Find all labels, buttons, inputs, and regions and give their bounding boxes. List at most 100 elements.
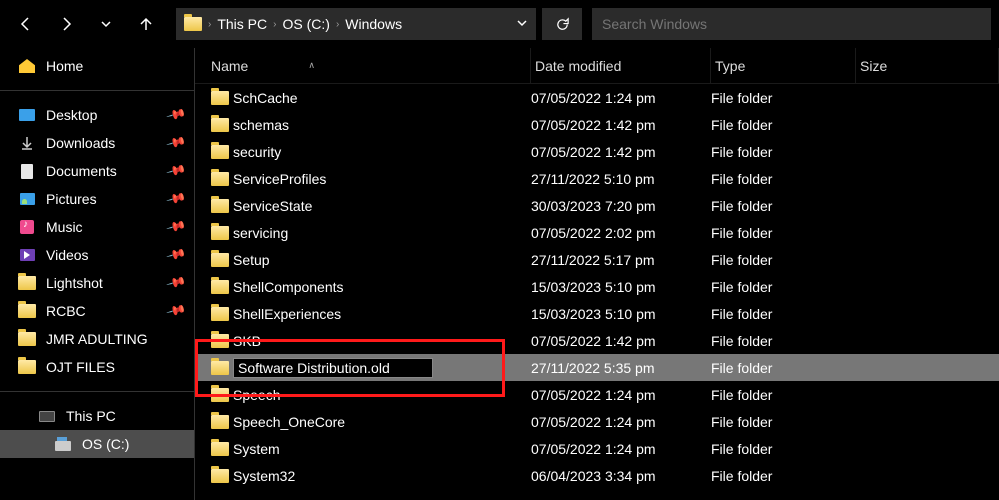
sidebar-item-label: RCBC xyxy=(46,303,86,319)
folder-icon xyxy=(211,280,229,294)
column-header-name[interactable]: Name ∧ xyxy=(207,48,531,83)
file-type: File folder xyxy=(711,252,856,268)
folder-icon xyxy=(211,145,229,159)
file-date: 07/05/2022 2:02 pm xyxy=(531,225,711,241)
table-row[interactable]: ServiceProfiles27/11/2022 5:10 pmFile fo… xyxy=(195,165,999,192)
sidebar-item-documents[interactable]: Documents📌 xyxy=(0,157,194,185)
file-type: File folder xyxy=(711,441,856,457)
recent-button[interactable] xyxy=(88,6,124,42)
sidebar-item-label: Pictures xyxy=(46,191,97,207)
file-type: File folder xyxy=(711,333,856,349)
folder-icon xyxy=(18,303,36,319)
up-button[interactable] xyxy=(128,6,164,42)
file-type: File folder xyxy=(711,306,856,322)
pin-icon: 📌 xyxy=(165,244,187,266)
column-header-date[interactable]: Date modified xyxy=(531,48,711,83)
folder-icon xyxy=(211,388,229,402)
file-date: 07/05/2022 1:42 pm xyxy=(531,117,711,133)
desktop-icon xyxy=(18,107,36,123)
file-type: File folder xyxy=(711,387,856,403)
folder-icon xyxy=(211,334,229,348)
chevron-down-icon[interactable] xyxy=(516,16,528,32)
file-date: 15/03/2023 5:10 pm xyxy=(531,306,711,322)
file-type: File folder xyxy=(711,144,856,160)
file-date: 27/11/2022 5:10 pm xyxy=(531,171,711,187)
rename-input[interactable] xyxy=(233,358,433,378)
doc-icon xyxy=(18,163,36,179)
sidebar-item-ojt-files[interactable]: OJT FILES xyxy=(0,353,194,381)
pin-icon: 📌 xyxy=(165,188,187,210)
sidebar-item-rcbc[interactable]: RCBC📌 xyxy=(0,297,194,325)
sidebar-item-jmr-adulting[interactable]: JMR ADULTING xyxy=(0,325,194,353)
back-button[interactable] xyxy=(8,6,44,42)
table-row[interactable]: servicing 07/05/2022 2:02 pmFile folder xyxy=(195,219,999,246)
search-box[interactable] xyxy=(592,8,991,40)
file-rows[interactable]: SchCache07/05/2022 1:24 pmFile folder sch… xyxy=(195,84,999,500)
breadcrumb[interactable]: Windows xyxy=(345,16,402,32)
address-bar[interactable]: › This PC › OS (C:) › Windows xyxy=(176,8,536,40)
file-date: 27/11/2022 5:17 pm xyxy=(531,252,711,268)
file-date: 15/03/2023 5:10 pm xyxy=(531,279,711,295)
sidebar-item-music[interactable]: Music📌 xyxy=(0,213,194,241)
table-row[interactable]: Setup 27/11/2022 5:17 pmFile folder xyxy=(195,246,999,273)
pin-icon: 📌 xyxy=(165,132,187,154)
table-row[interactable]: security07/05/2022 1:42 pmFile folder xyxy=(195,138,999,165)
file-name: ServiceState xyxy=(233,198,312,214)
sidebar-item-videos[interactable]: Videos 📌 xyxy=(0,241,194,269)
sort-indicator-icon: ∧ xyxy=(308,60,315,71)
sidebar-item-label: Music xyxy=(46,219,83,235)
file-name: Setup xyxy=(233,252,270,268)
file-name: SKB xyxy=(233,333,261,349)
sidebar-item-drive-c[interactable]: OS (C:) xyxy=(0,430,194,458)
file-name: Speech_OneCore xyxy=(233,414,345,430)
music-icon xyxy=(18,219,36,235)
file-date: 06/04/2023 3:34 pm xyxy=(531,468,711,484)
search-input[interactable] xyxy=(602,16,981,32)
file-type: File folder xyxy=(711,360,856,376)
table-row[interactable]: schemas07/05/2022 1:42 pmFile folder xyxy=(195,111,999,138)
refresh-button[interactable] xyxy=(542,8,582,40)
table-row[interactable]: SKB07/05/2022 1:42 pmFile folder xyxy=(195,327,999,354)
sidebar-item-label: Desktop xyxy=(46,107,97,123)
sidebar-item-label: OS (C:) xyxy=(82,436,129,452)
file-name: schemas xyxy=(233,117,289,133)
sidebar-item-lightshot[interactable]: Lightshot📌 xyxy=(0,269,194,297)
folder-icon xyxy=(211,199,229,213)
table-row[interactable]: Speech_OneCore07/05/2022 1:24 pmFile fol… xyxy=(195,408,999,435)
file-name: security xyxy=(233,144,281,160)
file-name: servicing xyxy=(233,225,288,241)
sidebar-item-desktop[interactable]: Desktop📌 xyxy=(0,101,194,129)
sidebar-item-downloads[interactable]: Downloads📌 xyxy=(0,129,194,157)
forward-button[interactable] xyxy=(48,6,84,42)
sidebar-item-label: Videos xyxy=(46,247,89,263)
table-row[interactable]: ServiceState30/03/2023 7:20 pmFile folde… xyxy=(195,192,999,219)
folder-icon xyxy=(211,442,229,456)
file-name: ShellComponents xyxy=(233,279,344,295)
table-row[interactable]: Speech07/05/2022 1:24 pmFile folder xyxy=(195,381,999,408)
table-row[interactable]: ShellComponents15/03/2023 5:10 pmFile fo… xyxy=(195,273,999,300)
folder-icon xyxy=(18,275,36,291)
column-header-size[interactable]: Size xyxy=(856,48,999,83)
chevron-right-icon: › xyxy=(336,19,339,30)
sidebar-item-label: Documents xyxy=(46,163,117,179)
breadcrumb[interactable]: OS (C:) xyxy=(282,16,329,32)
pic-icon xyxy=(18,191,36,207)
column-header-type[interactable]: Type xyxy=(711,48,856,83)
folder-icon xyxy=(211,91,229,105)
sidebar: Home Desktop📌Downloads📌Documents📌Picture… xyxy=(0,48,195,500)
breadcrumb[interactable]: This PC xyxy=(217,16,267,32)
file-type: File folder xyxy=(711,225,856,241)
sidebar-item-this-pc[interactable]: This PC xyxy=(0,402,194,430)
table-row[interactable]: System3206/04/2023 3:34 pmFile folder xyxy=(195,462,999,489)
file-date: 27/11/2022 5:35 pm xyxy=(531,360,711,376)
table-row[interactable]: 27/11/2022 5:35 pmFile folder xyxy=(195,354,999,381)
table-row[interactable]: System07/05/2022 1:24 pmFile folder xyxy=(195,435,999,462)
table-row[interactable]: SchCache07/05/2022 1:24 pmFile folder xyxy=(195,84,999,111)
file-date: 07/05/2022 1:24 pm xyxy=(531,414,711,430)
folder-icon xyxy=(211,469,229,483)
table-row[interactable]: ShellExperiences15/03/2023 5:10 pmFile f… xyxy=(195,300,999,327)
sidebar-item-label: OJT FILES xyxy=(46,359,115,375)
sidebar-item-home[interactable]: Home xyxy=(0,52,194,80)
sidebar-item-pictures[interactable]: Pictures 📌 xyxy=(0,185,194,213)
folder-icon xyxy=(211,361,229,375)
